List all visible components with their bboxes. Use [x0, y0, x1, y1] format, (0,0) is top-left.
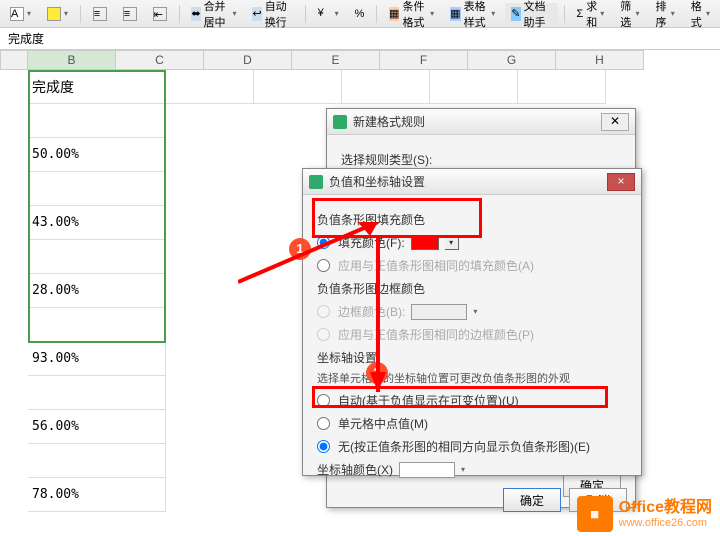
- cell[interactable]: [28, 104, 166, 138]
- rule-type-label: 选择规则类型(S):: [341, 151, 621, 168]
- cell[interactable]: 93.00%: [28, 342, 166, 376]
- col-header[interactable]: E: [292, 50, 380, 70]
- fill-color-button[interactable]: ▾: [41, 3, 74, 25]
- col-header[interactable]: F: [380, 50, 468, 70]
- table-style-button[interactable]: ▦表格样式▾: [444, 3, 501, 25]
- dialog-title: 新建格式规则: [353, 113, 595, 130]
- col-header[interactable]: D: [204, 50, 292, 70]
- cell[interactable]: 78.00%: [28, 478, 166, 512]
- border-color-row: 边框颜色(B): ▾: [317, 303, 627, 320]
- watermark-text: Office教程网 www.office26.com: [619, 499, 712, 529]
- same-fill-radio[interactable]: [317, 259, 330, 272]
- cell[interactable]: 完成度: [28, 70, 166, 104]
- wrap-text-button[interactable]: ↩自动换行: [246, 3, 298, 25]
- same-border-label: 应用与正值条形图相同的边框颜色(P): [338, 326, 534, 343]
- formula-value: 完成度: [8, 30, 44, 47]
- indent-button[interactable]: ⇤: [147, 3, 173, 25]
- cell[interactable]: 43.00%: [28, 206, 166, 240]
- same-border-row: 应用与正值条形图相同的边框颜色(P): [317, 326, 627, 343]
- dialog-title: 负值和坐标轴设置: [329, 173, 601, 190]
- col-header[interactable]: H: [556, 50, 644, 70]
- column-headers: B C D E F G H: [0, 50, 720, 70]
- axis-none-row[interactable]: 无(按正值条形图的相同方向显示负值条形图)(E): [317, 438, 627, 455]
- col-header[interactable]: B: [28, 50, 116, 70]
- filter-button[interactable]: 筛选▾: [614, 3, 645, 25]
- select-all-corner[interactable]: [0, 50, 28, 70]
- font-color-button[interactable]: A▾: [4, 3, 37, 25]
- sum-button[interactable]: Σ求和▾: [570, 3, 610, 25]
- close-icon[interactable]: ✕: [601, 113, 629, 131]
- same-border-radio: [317, 328, 330, 341]
- color-swatch[interactable]: [411, 236, 439, 250]
- close-icon[interactable]: ×: [607, 173, 635, 191]
- wps-icon: [309, 175, 323, 189]
- color-dropdown: [411, 304, 467, 320]
- cell[interactable]: 50.00%: [28, 138, 166, 172]
- same-fill-row[interactable]: 应用与正值条形图相同的填充颜色(A): [317, 257, 627, 274]
- align-button[interactable]: ≡: [87, 3, 113, 25]
- formula-bar[interactable]: 完成度: [0, 28, 720, 50]
- cell[interactable]: [166, 70, 254, 104]
- row-headers: [0, 70, 28, 512]
- chevron-down-icon[interactable]: ▾: [445, 236, 459, 250]
- number-format-button[interactable]: ¥▾: [312, 3, 345, 25]
- cell[interactable]: 28.00%: [28, 274, 166, 308]
- axis-mid-row[interactable]: 单元格中点值(M): [317, 415, 627, 432]
- border-color-radio: [317, 305, 330, 318]
- section-label: 坐标轴设置: [317, 349, 627, 366]
- cell[interactable]: [28, 240, 166, 274]
- ribbon-toolbar: A▾ ▾ ≡ ≡ ⇤ ⬌合并居中▾ ↩自动换行 ¥▾ % ▦条件格式▾ ▦表格样…: [0, 0, 720, 28]
- section-label: 负值条形图边框颜色: [317, 280, 627, 297]
- ok-button[interactable]: 确定: [503, 488, 561, 512]
- conditional-format-button[interactable]: ▦条件格式▾: [383, 3, 440, 25]
- axis-desc: 选择单元格中的坐标轴位置可更改负值条形图的外观: [317, 370, 627, 386]
- wps-icon: [333, 115, 347, 129]
- same-fill-label: 应用与正值条形图相同的填充颜色(A): [338, 257, 534, 274]
- section-label: 负值条形图填充颜色: [317, 211, 627, 228]
- dialog-titlebar[interactable]: 负值和坐标轴设置 ×: [303, 169, 641, 195]
- cell[interactable]: [518, 70, 606, 104]
- axis-color-dropdown[interactable]: [399, 462, 455, 478]
- align2-button[interactable]: ≡: [117, 3, 143, 25]
- axis-auto-row[interactable]: 自动(基于负值显示在可变位置)(U): [317, 392, 627, 409]
- fill-color-label: 填充颜色(F):: [338, 234, 405, 251]
- col-header[interactable]: G: [468, 50, 556, 70]
- fill-color-radio[interactable]: [317, 236, 330, 249]
- fill-color-row[interactable]: 填充颜色(F): ▾: [317, 234, 627, 251]
- doc-assistant-button[interactable]: ✎文档助手: [505, 3, 557, 25]
- percent-button[interactable]: %: [349, 3, 371, 25]
- cell[interactable]: 56.00%: [28, 410, 166, 444]
- axis-none-radio[interactable]: [317, 440, 330, 453]
- dialog-titlebar[interactable]: 新建格式规则 ✕: [327, 109, 635, 135]
- axis-mid-radio[interactable]: [317, 417, 330, 430]
- axis-color-label: 坐标轴颜色(X): [317, 461, 393, 478]
- cell[interactable]: [28, 172, 166, 206]
- cell[interactable]: [430, 70, 518, 104]
- watermark: ▦ Office教程网 www.office26.com: [577, 496, 712, 532]
- cell[interactable]: [28, 376, 166, 410]
- cell[interactable]: [28, 444, 166, 478]
- axis-auto-radio[interactable]: [317, 394, 330, 407]
- cell[interactable]: [342, 70, 430, 104]
- negative-axis-dialog: 负值和坐标轴设置 × 负值条形图填充颜色 填充颜色(F): ▾ 应用与正值条形图…: [302, 168, 642, 476]
- merge-center-button[interactable]: ⬌合并居中▾: [185, 3, 242, 25]
- axis-color-row[interactable]: 坐标轴颜色(X) ▾: [317, 461, 627, 478]
- watermark-icon: ▦: [577, 496, 613, 532]
- cell[interactable]: [254, 70, 342, 104]
- border-color-label: 边框颜色(B):: [338, 303, 405, 320]
- col-header[interactable]: C: [116, 50, 204, 70]
- sort-button[interactable]: 排序▾: [650, 3, 681, 25]
- cell[interactable]: [28, 308, 166, 342]
- format-button[interactable]: 格式▾: [685, 3, 716, 25]
